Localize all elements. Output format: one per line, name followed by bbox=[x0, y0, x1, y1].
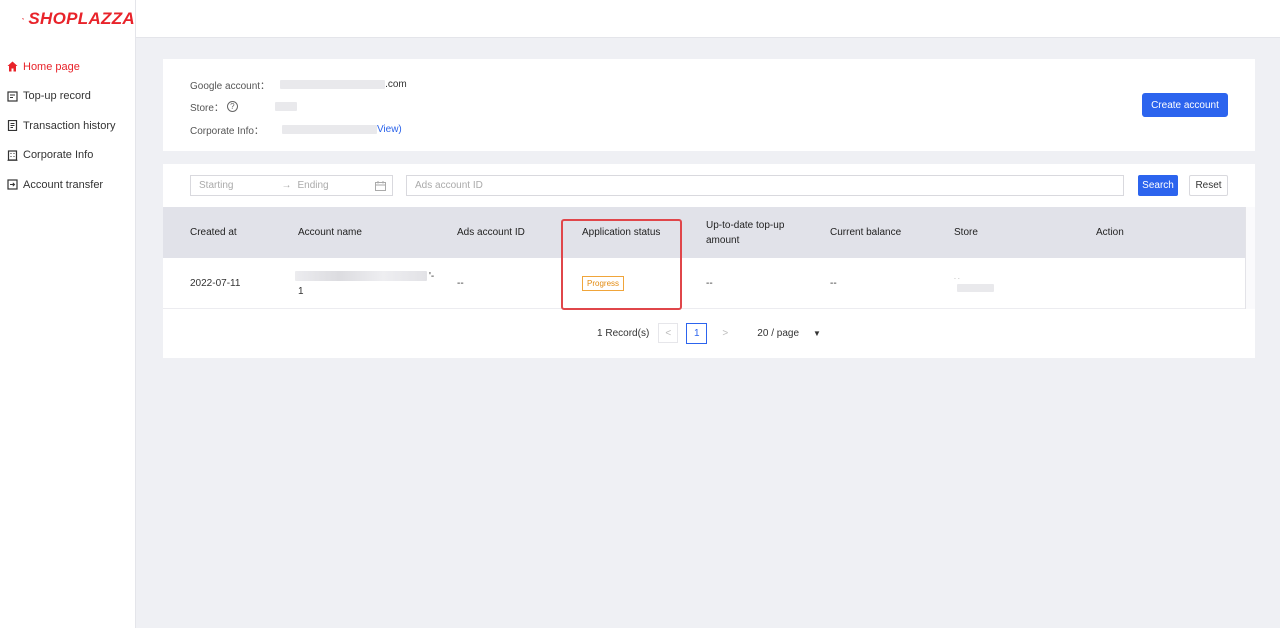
cell-store: . . bbox=[954, 258, 994, 309]
search-button[interactable]: Search bbox=[1138, 175, 1178, 196]
sidebar-item-label: Home page bbox=[23, 60, 80, 73]
create-account-button[interactable]: Create account bbox=[1142, 93, 1228, 117]
caret-down-icon: ▼ bbox=[813, 328, 821, 338]
column-header-current-balance: Current balance bbox=[830, 227, 902, 238]
cell-application-status: Progress bbox=[582, 258, 625, 309]
column-header-created-at: Created at bbox=[190, 227, 237, 238]
record-count: 1 Record(s) bbox=[597, 327, 650, 339]
shoplazza-logo-icon bbox=[22, 18, 25, 20]
building-icon bbox=[7, 150, 18, 161]
prev-page-button[interactable]: < bbox=[658, 323, 679, 343]
record-icon bbox=[7, 91, 18, 102]
account-name-line-2: 1 bbox=[298, 285, 304, 297]
google-account-label: Google account： bbox=[190, 81, 271, 92]
column-header-application-status: Application status bbox=[582, 227, 661, 238]
sidebar: SHOPLAZZA Home page Top-up record Transa… bbox=[0, 0, 136, 628]
column-header-top-up-amount: Up-to-date top-up amount bbox=[706, 219, 785, 246]
ads-account-id-placeholder: Ads account ID bbox=[415, 180, 483, 191]
sidebar-item-corporate-info[interactable]: Corporate Info bbox=[0, 141, 135, 171]
home-icon bbox=[7, 61, 18, 72]
masked-google-account bbox=[280, 80, 386, 89]
store-label: Store： bbox=[190, 103, 224, 114]
sidebar-nav: Home page Top-up record Transaction hist… bbox=[0, 52, 135, 200]
table-scrollbar[interactable] bbox=[1245, 207, 1255, 309]
corporate-view-link[interactable]: View) bbox=[377, 124, 402, 135]
pagination: 1 Record(s) < 1 > 20 / page ▼ bbox=[163, 322, 1255, 344]
google-account-row: Google account： .com bbox=[190, 77, 407, 92]
cell-ads-account-id: -- bbox=[457, 278, 464, 289]
sidebar-item-label: Transaction history bbox=[23, 119, 116, 132]
column-header-ads-account-id: Ads account ID bbox=[457, 227, 525, 238]
column-header-store: Store bbox=[954, 227, 978, 238]
help-icon[interactable]: ? bbox=[226, 101, 238, 112]
cell-top-up-amount: -- bbox=[706, 278, 713, 289]
masked-store-name bbox=[957, 284, 994, 292]
reset-button[interactable]: Reset bbox=[1189, 175, 1228, 196]
masked-account-name bbox=[295, 271, 427, 281]
masked-corporate-name bbox=[281, 125, 377, 134]
date-range-picker[interactable]: Starting → Ending bbox=[190, 175, 393, 196]
sidebar-item-account-transfer[interactable]: Account transfer bbox=[0, 170, 135, 200]
transfer-icon bbox=[7, 179, 18, 190]
end-date-placeholder: Ending bbox=[297, 180, 329, 191]
table-header: Created at Account name Ads account ID A… bbox=[163, 207, 1255, 258]
brand-name: SHOPLAZZA bbox=[28, 9, 135, 28]
google-account-suffix: .com bbox=[385, 79, 407, 90]
page-size-select[interactable]: 20 / page ▼ bbox=[757, 328, 821, 339]
page-size-value: 20 / page bbox=[757, 327, 800, 339]
sidebar-item-home-page[interactable]: Home page bbox=[0, 52, 135, 82]
sidebar-item-label: Top-up record bbox=[23, 90, 91, 103]
accounts-table-card: Starting → Ending Ads account ID Search … bbox=[163, 164, 1255, 358]
table-row: 2022-07-11 '- 1 -- Progress -- -- . . bbox=[163, 258, 1255, 309]
calendar-icon bbox=[375, 180, 386, 191]
page-1-button[interactable]: 1 bbox=[686, 322, 708, 344]
column-header-action: Action bbox=[1096, 227, 1124, 238]
account-name-tail: '- bbox=[429, 270, 435, 282]
range-arrow: → bbox=[281, 180, 292, 191]
sidebar-item-transaction-history[interactable]: Transaction history bbox=[0, 111, 135, 141]
store-mark: . . bbox=[954, 274, 960, 281]
status-badge: Progress bbox=[582, 276, 625, 291]
sidebar-item-label: Account transfer bbox=[23, 178, 104, 191]
masked-store bbox=[274, 102, 297, 111]
sidebar-item-top-up-record[interactable]: Top-up record bbox=[0, 82, 135, 112]
brand-logo[interactable]: SHOPLAZZA bbox=[0, 0, 135, 38]
top-bar bbox=[136, 0, 1280, 38]
ads-account-id-input[interactable]: Ads account ID bbox=[406, 175, 1124, 196]
next-page-button[interactable]: > bbox=[715, 323, 735, 343]
corporate-info-label: Corporate Info： bbox=[190, 126, 264, 137]
corporate-info-row: Corporate Info： View) bbox=[190, 122, 402, 137]
account-name-line-1: '- bbox=[295, 271, 434, 282]
sidebar-item-label: Corporate Info bbox=[23, 149, 94, 162]
start-date-placeholder: Starting bbox=[199, 180, 234, 191]
account-info-card: Google account： .com Store： ? Corporate … bbox=[163, 59, 1255, 151]
cell-current-balance: -- bbox=[830, 278, 837, 289]
store-row: Store： ? bbox=[190, 99, 297, 114]
cell-account-name: '- 1 bbox=[295, 258, 434, 309]
cell-created-at: 2022-07-11 bbox=[190, 278, 241, 289]
column-header-account-name: Account name bbox=[298, 227, 362, 238]
document-icon bbox=[7, 120, 18, 132]
